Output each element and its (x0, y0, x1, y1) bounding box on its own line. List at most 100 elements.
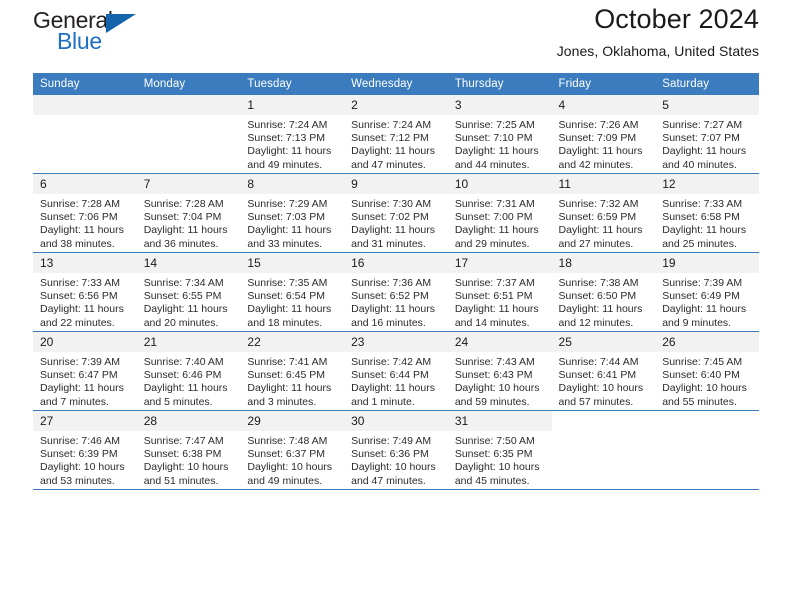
daylight-duration-line1: Daylight: 11 hours (662, 145, 747, 158)
daylight-duration-line2: and 45 minutes. (454, 474, 530, 487)
calendar-day-cell[interactable]: 11 Sunrise: 7:32 AM Sunset: 6:59 PM Dayligh… (551, 173, 656, 253)
weekday-header-row: Sunday Monday Tuesday Wednesday Thursday… (33, 73, 759, 95)
sunrise-time: Sunrise: 7:24 AM (247, 119, 328, 131)
daylight-duration-line1: Daylight: 11 hours (247, 382, 332, 395)
calendar-day-cell[interactable]: 31 Sunrise: 7:50 AM Sunset: 6:35 PM Dayligh… (447, 410, 552, 490)
daylight-duration-line1: Daylight: 11 hours (351, 303, 435, 316)
day-details: Sunrise: 7:28 AM Sunset: 7:04 PM Daylight:… (137, 194, 241, 251)
calendar-day-cell[interactable]: 28 Sunrise: 7:47 AM Sunset: 6:38 PM Dayligh… (136, 410, 241, 490)
daylight-duration-line1: Daylight: 11 hours (662, 224, 747, 237)
calendar-day-cell[interactable]: 17 Sunrise: 7:37 AM Sunset: 6:51 PM Dayligh… (447, 252, 552, 332)
calendar-day-cell[interactable]: 21 Sunrise: 7:40 AM Sunset: 6:46 PM Dayligh… (136, 331, 241, 411)
day-number: 22 (240, 332, 345, 352)
calendar-day-cell[interactable]: 29 Sunrise: 7:48 AM Sunset: 6:37 PM Dayligh… (240, 410, 345, 490)
sunrise-time: Sunrise: 7:26 AM (558, 119, 639, 131)
day-details: Sunrise: 7:45 AM Sunset: 6:40 PM Daylight:… (655, 352, 759, 409)
day-number (136, 95, 241, 115)
calendar-day-cell[interactable]: 1 Sunrise: 7:24 AM Sunset: 7:13 PM Daylight… (240, 95, 345, 174)
sunset-time: Sunset: 7:06 PM (40, 211, 118, 224)
day-number: 5 (655, 95, 759, 115)
daylight-duration-line1: Daylight: 11 hours (143, 224, 228, 237)
sunrise-time: Sunrise: 7:42 AM (351, 356, 432, 368)
sunset-time: Sunset: 7:00 PM (454, 211, 533, 224)
day-details: Sunrise: 7:32 AM Sunset: 6:59 PM Daylight:… (552, 194, 656, 251)
calendar-day-cell[interactable]: 22 Sunrise: 7:41 AM Sunset: 6:45 PM Dayligh… (240, 331, 345, 411)
daylight-duration-line2: and 14 minutes. (454, 316, 530, 329)
calendar-day-cell[interactable]: 18 Sunrise: 7:38 AM Sunset: 6:50 PM Dayligh… (551, 252, 656, 332)
calendar-day-cell[interactable]: 12 Sunrise: 7:33 AM Sunset: 6:58 PM Dayligh… (655, 173, 759, 253)
sunset-time: Sunset: 6:41 PM (558, 369, 637, 382)
sunrise-time: Sunrise: 7:47 AM (143, 435, 224, 447)
daylight-duration-line2: and 42 minutes. (558, 158, 634, 171)
day-number: 14 (136, 253, 241, 273)
daylight-duration-line1: Daylight: 10 hours (662, 382, 747, 395)
calendar-day-cell[interactable]: 30 Sunrise: 7:49 AM Sunset: 6:36 PM Dayligh… (344, 410, 448, 490)
calendar-day-cell[interactable]: 27 Sunrise: 7:46 AM Sunset: 6:39 PM Dayligh… (33, 410, 137, 490)
calendar-day-cell[interactable]: 23 Sunrise: 7:42 AM Sunset: 6:44 PM Dayligh… (344, 331, 448, 411)
calendar-day-cell[interactable]: 5 Sunrise: 7:27 AM Sunset: 7:07 PM Daylight… (655, 95, 759, 174)
calendar-day-cell[interactable]: 10 Sunrise: 7:31 AM Sunset: 7:00 PM Dayligh… (447, 173, 552, 253)
day-number (551, 411, 656, 431)
daylight-duration-line1: Daylight: 10 hours (351, 461, 436, 474)
calendar-day-cell[interactable]: 16 Sunrise: 7:36 AM Sunset: 6:52 PM Dayligh… (344, 252, 448, 332)
calendar-day-cell[interactable]: 20 Sunrise: 7:39 AM Sunset: 6:47 PM Dayligh… (33, 331, 137, 411)
day-details: Sunrise: 7:41 AM Sunset: 6:45 PM Daylight:… (240, 352, 344, 409)
calendar-day-cell[interactable]: 14 Sunrise: 7:34 AM Sunset: 6:55 PM Dayligh… (136, 252, 241, 332)
sunrise-time: Sunrise: 7:39 AM (40, 356, 120, 368)
weekday-header-saturday: Saturday (655, 73, 759, 95)
logo-text-blue: Blue (57, 28, 102, 54)
calendar-day-cell[interactable]: 26 Sunrise: 7:45 AM Sunset: 6:40 PM Dayligh… (655, 331, 759, 411)
daylight-duration-line2: and 12 minutes. (558, 316, 634, 329)
day-number: 6 (33, 174, 137, 194)
daylight-duration-line2: and 55 minutes. (662, 395, 737, 408)
day-details: Sunrise: 7:33 AM Sunset: 6:58 PM Daylight:… (655, 194, 759, 251)
weekday-header-tuesday: Tuesday (240, 73, 345, 95)
calendar-day-cell[interactable]: 2 Sunrise: 7:24 AM Sunset: 7:12 PM Daylight… (344, 95, 448, 174)
daylight-duration-line2: and 31 minutes. (351, 237, 426, 250)
page-subtitle: Jones, Oklahoma, United States (556, 43, 759, 59)
day-number: 12 (655, 174, 759, 194)
sunrise-time: Sunrise: 7:27 AM (662, 119, 743, 131)
daylight-duration-line1: Daylight: 11 hours (454, 224, 539, 237)
sunrise-time: Sunrise: 7:38 AM (558, 277, 639, 289)
day-number: 4 (551, 95, 656, 115)
sunrise-time: Sunrise: 7:28 AM (40, 198, 120, 210)
calendar-day-cell[interactable]: 8 Sunrise: 7:29 AM Sunset: 7:03 PM Daylight… (240, 173, 345, 253)
general-blue-logo[interactable]: General Blue (33, 7, 153, 59)
calendar-day-cell[interactable]: 19 Sunrise: 7:39 AM Sunset: 6:49 PM Dayligh… (655, 252, 759, 332)
day-details: Sunrise: 7:48 AM Sunset: 6:37 PM Daylight:… (240, 431, 344, 488)
calendar-day-cell[interactable]: 15 Sunrise: 7:35 AM Sunset: 6:54 PM Dayligh… (240, 252, 345, 332)
daylight-duration-line2: and 47 minutes. (351, 474, 426, 487)
calendar-day-cell[interactable]: 25 Sunrise: 7:44 AM Sunset: 6:41 PM Dayligh… (551, 331, 656, 411)
sunset-time: Sunset: 6:47 PM (40, 369, 118, 382)
day-number: 19 (655, 253, 759, 273)
day-details: Sunrise: 7:49 AM Sunset: 6:36 PM Daylight:… (344, 431, 448, 488)
sunset-time: Sunset: 6:49 PM (662, 290, 740, 303)
weekday-header-thursday: Thursday (447, 73, 552, 95)
calendar-day-cell[interactable]: 3 Sunrise: 7:25 AM Sunset: 7:10 PM Daylight… (447, 95, 552, 174)
daylight-duration-line1: Daylight: 11 hours (143, 303, 228, 316)
daylight-duration-line1: Daylight: 11 hours (40, 303, 124, 316)
daylight-duration-line1: Daylight: 10 hours (247, 461, 333, 474)
sunrise-time: Sunrise: 7:33 AM (662, 198, 743, 210)
day-number: 27 (33, 411, 137, 431)
day-number: 10 (447, 174, 552, 194)
calendar-day-cell[interactable]: 9 Sunrise: 7:30 AM Sunset: 7:02 PM Daylight… (344, 173, 448, 253)
calendar-week-row: 6 Sunrise: 7:28 AM Sunset: 7:06 PM Daylight… (33, 173, 759, 253)
daylight-duration-line1: Daylight: 11 hours (558, 224, 643, 237)
calendar-day-cell[interactable]: 13 Sunrise: 7:33 AM Sunset: 6:56 PM Dayligh… (33, 252, 137, 332)
weekday-header-sunday: Sunday (33, 73, 137, 95)
calendar-day-cell[interactable]: 6 Sunrise: 7:28 AM Sunset: 7:06 PM Daylight… (33, 173, 137, 253)
calendar-page: General Blue October 2024 Jones, Oklahom… (0, 0, 792, 612)
daylight-duration-line1: Daylight: 11 hours (247, 224, 332, 237)
sunrise-time: Sunrise: 7:44 AM (558, 356, 639, 368)
calendar-day-cell[interactable]: 4 Sunrise: 7:26 AM Sunset: 7:09 PM Daylight… (551, 95, 656, 174)
sunset-time: Sunset: 6:52 PM (351, 290, 429, 303)
calendar-day-cell[interactable]: 7 Sunrise: 7:28 AM Sunset: 7:04 PM Daylight… (136, 173, 241, 253)
calendar-day-cell[interactable]: 24 Sunrise: 7:43 AM Sunset: 6:43 PM Dayligh… (447, 331, 552, 411)
day-details: Sunrise: 7:24 AM Sunset: 7:13 PM Daylight:… (240, 115, 344, 172)
sunrise-time: Sunrise: 7:50 AM (454, 435, 535, 447)
day-details: Sunrise: 7:40 AM Sunset: 6:46 PM Daylight:… (137, 352, 241, 409)
sunset-time: Sunset: 6:54 PM (247, 290, 326, 303)
daylight-duration-line2: and 47 minutes. (351, 158, 426, 171)
